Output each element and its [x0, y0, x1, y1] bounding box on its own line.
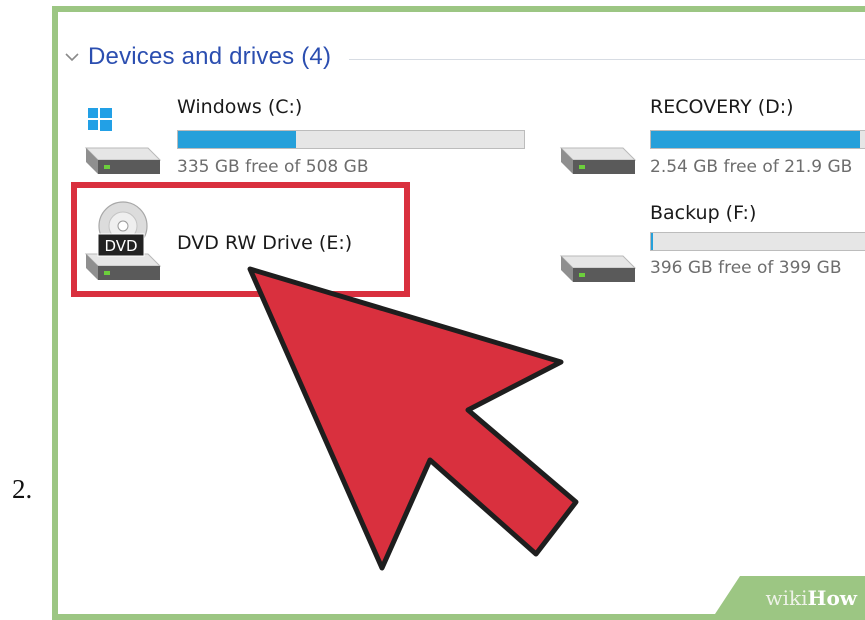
wikihow-watermark: wikiHow — [715, 576, 865, 614]
watermark-text: wikiHow — [766, 586, 857, 610]
pointer-arrow-icon — [247, 266, 579, 571]
explorer-window: Devices and drives (4) Windows (C:) 335 … — [52, 6, 865, 620]
watermark-how: How — [807, 586, 857, 610]
watermark-wiki: wiki — [765, 586, 808, 610]
step-number: 2. — [12, 474, 33, 504]
